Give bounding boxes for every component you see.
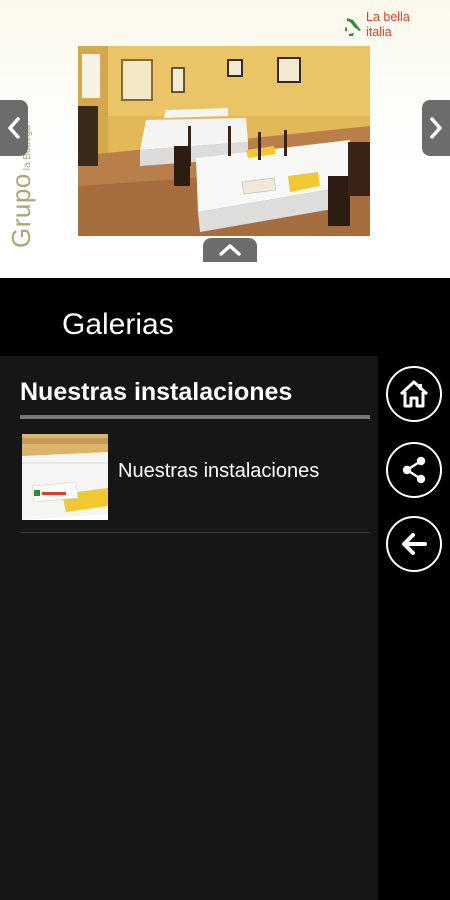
page-title: Galerias (62, 308, 174, 341)
share-button[interactable] (386, 442, 442, 498)
header-slider: Grupola Bodega La bella italia (0, 0, 450, 278)
section-divider (20, 415, 370, 419)
logo-line-1: La bella (366, 10, 410, 24)
collapse-header-button[interactable] (203, 238, 257, 262)
chevron-up-icon (219, 244, 241, 256)
action-rail (378, 356, 450, 900)
next-photo-button[interactable] (422, 100, 450, 156)
chevron-right-icon (430, 117, 442, 139)
logo-line-2: italia (366, 25, 392, 39)
home-icon (399, 380, 429, 408)
chevron-left-icon (8, 117, 20, 139)
gallery-content: Nuestras instalaciones Nuestras instalac… (0, 356, 378, 900)
restaurant-photo[interactable] (78, 46, 370, 236)
section-title: Nuestras instalaciones (20, 378, 293, 406)
previous-photo-button[interactable] (0, 100, 28, 156)
share-icon (402, 456, 426, 484)
logo-text: La bella italia (366, 10, 410, 40)
back-arrow-icon (402, 533, 427, 555)
home-button[interactable] (386, 366, 442, 422)
title-bar: Galerias (0, 280, 450, 356)
gallery-thumbnail (22, 434, 108, 520)
gallery-item-label: Nuestras instalaciones (118, 460, 320, 482)
italy-map-icon (345, 18, 361, 36)
brand-main-text: Grupo (6, 173, 36, 248)
gallery-list-item[interactable]: Nuestras instalaciones (20, 432, 370, 533)
back-button[interactable] (386, 516, 442, 572)
la-bella-italia-logo: La bella italia (344, 10, 424, 42)
